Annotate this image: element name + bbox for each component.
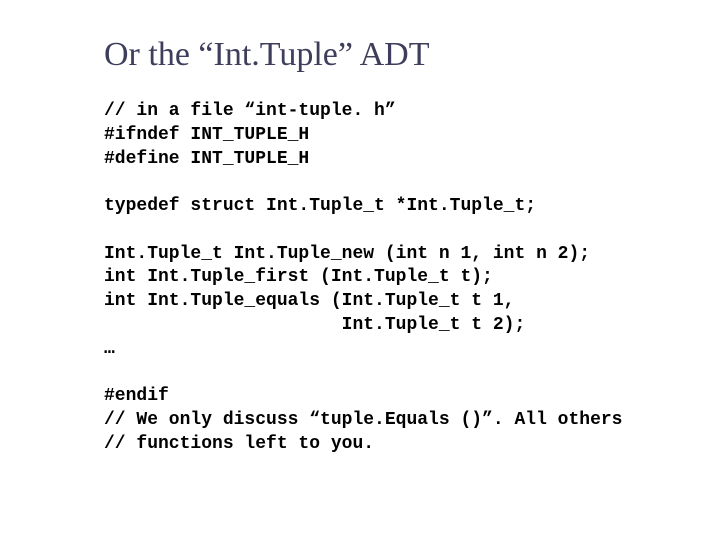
code-line: Int.Tuple_t Int.Tuple_new (int n 1, int … (104, 244, 590, 264)
code-line: // in a file “int-tuple. h” (104, 101, 396, 121)
code-line: int Int.Tuple_first (Int.Tuple_t t); (104, 267, 493, 287)
code-line: int Int.Tuple_equals (Int.Tuple_t t 1, (104, 291, 514, 311)
slide: Or the “Int.Tuple” ADT // in a file “int… (0, 0, 720, 540)
code-line: typedef struct Int.Tuple_t *Int.Tuple_t; (104, 196, 536, 216)
code-line: Int.Tuple_t t 2); (104, 315, 525, 335)
code-line: // We only discuss “tuple.Equals ()”. Al… (104, 410, 622, 430)
code-line: // functions left to you. (104, 434, 374, 454)
code-line: … (104, 339, 115, 359)
code-block: // in a file “int-tuple. h” #ifndef INT_… (104, 100, 650, 456)
code-line: #endif (104, 386, 169, 406)
code-line: #define INT_TUPLE_H (104, 149, 309, 169)
code-line: #ifndef INT_TUPLE_H (104, 125, 309, 145)
slide-title: Or the “Int.Tuple” ADT (104, 36, 650, 74)
